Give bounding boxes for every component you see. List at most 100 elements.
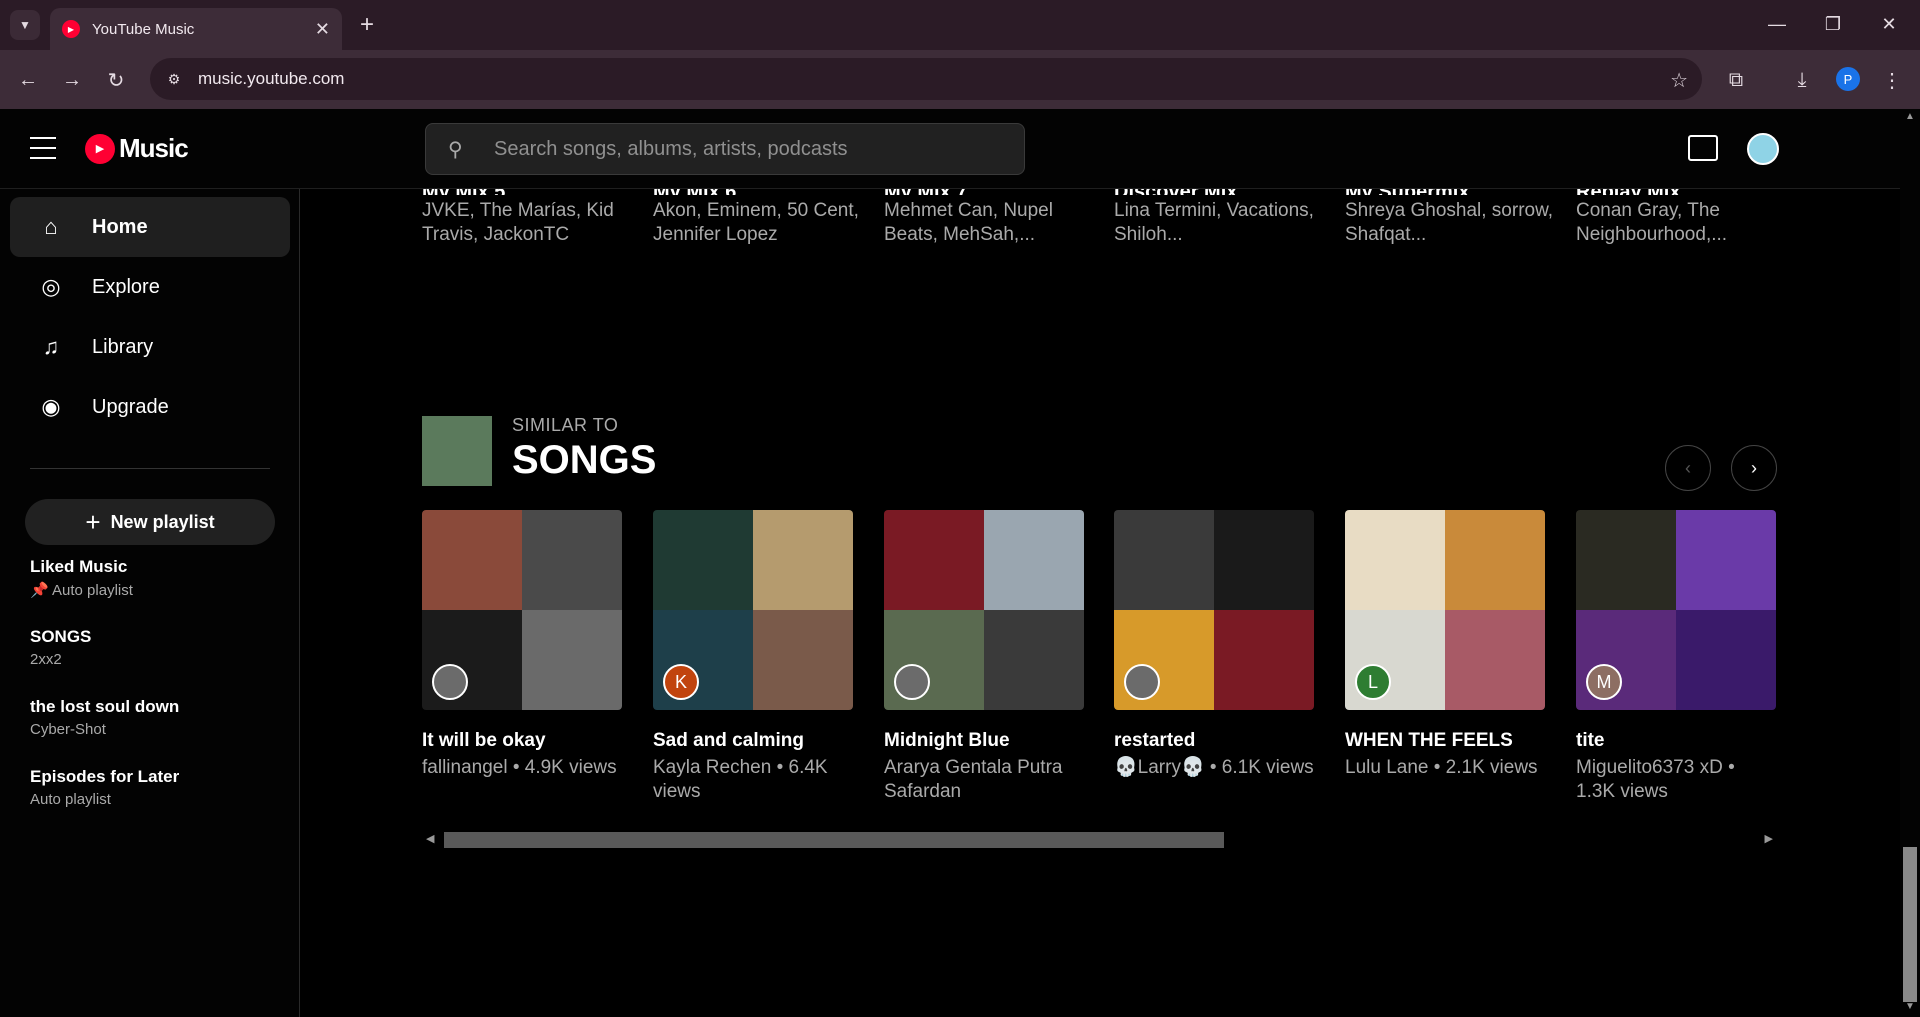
playlist-title: Episodes for Later <box>30 767 180 786</box>
search-placeholder: Search songs, albums, artists, podcasts <box>494 137 848 160</box>
playlist-item[interactable]: Episodes for Later Auto playlist <box>30 767 280 808</box>
mix-card[interactable]: My Mix 7 Mehmet Can, Nupel Beats, MehSah,… <box>884 189 1094 247</box>
card-title[interactable]: It will be okay <box>422 730 622 752</box>
compass-icon: ◎ <box>41 274 61 299</box>
mix-title: My Supermix <box>1345 189 1555 195</box>
playlist-title: the lost soul down <box>30 697 180 716</box>
new-playlist-label: New playlist <box>110 511 215 532</box>
menu-icon[interactable] <box>30 137 56 159</box>
mix-title: My Mix 7 <box>884 189 1094 195</box>
close-tab-icon[interactable]: ✕ <box>315 19 330 40</box>
upgrade-icon: ◉ <box>41 394 61 419</box>
card-thumbnail[interactable] <box>422 510 622 710</box>
mix-title: My Mix 6 <box>653 189 863 195</box>
vertical-scrollbar[interactable]: ▲ ▼ <box>1900 109 1920 1017</box>
new-playlist-button[interactable]: + New playlist <box>25 499 275 545</box>
sidebar-item-home[interactable]: ⌂ Home <box>10 197 290 257</box>
tab-title: YouTube Music <box>92 20 195 38</box>
carousel-next-button[interactable]: › <box>1731 445 1777 491</box>
card-subtitle: Kayla Rechen • 6.4K views <box>653 757 828 802</box>
bookmark-star-icon[interactable]: ☆ <box>1670 68 1688 93</box>
reload-button[interactable]: ↻ <box>100 64 132 96</box>
thumbnail-quadrant <box>1445 510 1545 610</box>
thumbnail-quadrant <box>1345 510 1445 610</box>
song-card[interactable]: restarted 💀Larry💀 • 6.1K views <box>1114 510 1314 780</box>
section-thumbnail[interactable] <box>422 416 492 486</box>
playlist-title: Liked Music <box>30 557 128 576</box>
mix-card[interactable]: My Mix 5 JVKE, The Marías, Kid Travis, Ja… <box>422 189 632 247</box>
playlist-item[interactable]: the lost soul down Cyber-Shot <box>30 697 280 738</box>
creator-avatar <box>1124 664 1160 700</box>
cast-icon[interactable] <box>1688 135 1718 161</box>
sidebar-item-upgrade[interactable]: ◉ Upgrade <box>10 377 290 437</box>
browser-profile-avatar[interactable]: P <box>1836 67 1860 91</box>
chevron-left-icon: ‹ <box>1685 457 1691 478</box>
back-button[interactable]: ← <box>12 64 44 96</box>
card-subtitle: Lulu Lane • 2.1K views <box>1345 757 1538 778</box>
playlist-subtitle: 2xx2 <box>30 651 62 668</box>
extensions-icon[interactable]: ⧉ <box>1720 64 1752 96</box>
minimize-window-button[interactable]: — <box>1752 8 1802 40</box>
thumbnail-quadrant <box>1676 510 1776 610</box>
creator-avatar: M <box>1586 664 1622 700</box>
restore-window-button[interactable]: ❐ <box>1808 8 1858 40</box>
browser-tab[interactable]: ▶ YouTube Music ✕ <box>50 8 342 50</box>
library-icon: ♫ <box>42 334 60 359</box>
tab-search-dropdown-button[interactable]: ▼ <box>10 10 40 40</box>
scroll-up-arrow-icon[interactable]: ▲ <box>1905 111 1915 122</box>
sidebar-item-label: Upgrade <box>92 395 169 418</box>
horizontal-scrollbar[interactable]: ◀ ▶ <box>422 831 1777 849</box>
song-card[interactable]: Midnight Blue Ararya Gentala Putra Safard… <box>884 510 1084 804</box>
browser-menu-icon[interactable]: ⋮ <box>1876 64 1908 96</box>
forward-button[interactable]: → <box>56 64 88 96</box>
card-thumbnail[interactable]: L <box>1345 510 1545 710</box>
playlist-item[interactable]: SONGS 2xx2 <box>30 627 280 668</box>
song-card[interactable]: It will be okay fallinangel • 4.9K views <box>422 510 622 780</box>
new-tab-button[interactable]: + <box>352 10 382 40</box>
sidebar-item-library[interactable]: ♫ Library <box>10 317 290 377</box>
sidebar-item-label: Library <box>92 335 154 358</box>
thumbnail-quadrant <box>1445 610 1545 710</box>
card-subtitle: fallinangel • 4.9K views <box>422 757 617 778</box>
carousel-prev-button[interactable]: ‹ <box>1665 445 1711 491</box>
song-card[interactable]: Mtite Miguelito6373 xD • 1.3K views <box>1576 510 1776 804</box>
downloads-icon[interactable]: ⤓ <box>1786 64 1818 96</box>
site-info-icon[interactable]: ⚙ <box>164 69 184 89</box>
vertical-scroll-thumb[interactable] <box>1903 847 1917 1002</box>
browser-tab-bar: ▼ ▶ YouTube Music ✕ + — ❐ ✕ <box>0 0 1920 50</box>
creator-avatar: K <box>663 664 699 700</box>
mix-card[interactable]: My Mix 6 Akon, Eminem, 50 Cent, Jennifer … <box>653 189 863 247</box>
youtube-music-logo[interactable]: ▶ Music <box>85 133 189 164</box>
address-bar[interactable]: ⚙ music.youtube.com ☆ <box>150 58 1702 100</box>
playlist-subtitle: Auto playlist <box>30 791 111 808</box>
card-title[interactable]: WHEN THE FEELS <box>1345 730 1545 752</box>
close-window-button[interactable]: ✕ <box>1864 8 1914 40</box>
thumbnail-quadrant <box>984 610 1084 710</box>
mix-card[interactable]: Replay Mix Conan Gray, The Neighbourhood,… <box>1576 189 1786 247</box>
horizontal-scroll-thumb[interactable] <box>444 832 1224 848</box>
section-title[interactable]: SONGS <box>512 438 656 483</box>
song-card[interactable]: K Sad and calming Kayla Rechen • 6.4K view… <box>653 510 853 804</box>
card-thumbnail[interactable] <box>884 510 1084 710</box>
thumbnail-quadrant <box>884 510 984 610</box>
card-title[interactable]: Midnight Blue <box>884 730 1084 752</box>
card-title[interactable]: Sad and calming <box>653 730 853 752</box>
scroll-left-arrow-icon[interactable]: ◀ <box>426 832 434 845</box>
sidebar-item-explore[interactable]: ◎ Explore <box>10 257 290 317</box>
mix-card[interactable]: Discover Mix Lina Termini, Vacations, Shi… <box>1114 189 1324 247</box>
scroll-down-arrow-icon[interactable]: ▼ <box>1905 1001 1915 1012</box>
song-card[interactable]: L WHEN THE FEELS Lulu Lane • 2.1K views <box>1345 510 1545 780</box>
mix-card[interactable]: My Supermix Shreya Ghoshal, sorrow, Shafq… <box>1345 189 1555 247</box>
card-title[interactable]: restarted <box>1114 730 1314 752</box>
card-thumbnail[interactable]: M <box>1576 510 1776 710</box>
playlist-item[interactable]: Liked Music 📌 Auto playlist <box>30 557 280 599</box>
account-avatar[interactable] <box>1747 133 1779 165</box>
scroll-right-arrow-icon[interactable]: ▶ <box>1765 832 1773 845</box>
chevron-right-icon: › <box>1751 457 1757 478</box>
card-thumbnail[interactable] <box>1114 510 1314 710</box>
card-thumbnail[interactable]: K <box>653 510 853 710</box>
playlist-title: SONGS <box>30 627 92 646</box>
youtube-music-favicon-icon: ▶ <box>62 20 80 38</box>
card-title[interactable]: tite <box>1576 730 1776 752</box>
search-input[interactable]: ⚲ Search songs, albums, artists, podcast… <box>425 123 1025 175</box>
